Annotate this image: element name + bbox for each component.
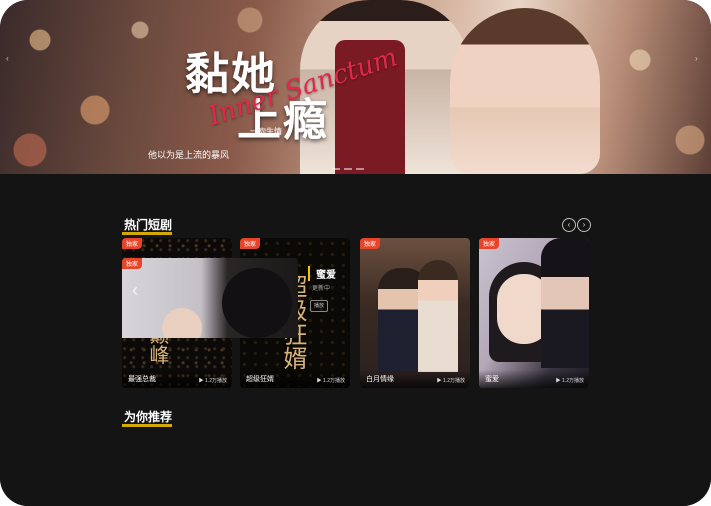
play-count: ▶ 1.2万播放: [316, 378, 345, 384]
exclusive-badge: 独家: [122, 238, 143, 249]
banner-actress-image: [450, 8, 600, 174]
exclusive-badge: 独家: [240, 238, 261, 249]
poster-actress: [418, 260, 458, 372]
featured-actress: [162, 308, 202, 338]
play-count: ▶ 1.2万播放: [436, 378, 465, 384]
card-title: 最强总裁: [128, 376, 156, 383]
banner-dot[interactable]: [344, 168, 352, 170]
card-title: 蜜爱: [485, 376, 499, 383]
prev-arrow-icon[interactable]: ‹: [562, 218, 576, 232]
card-caption: 最强总裁 ▶ 1.2万播放: [122, 370, 232, 388]
section-title-recommend: 为你推荐: [122, 410, 173, 427]
banner-pagination[interactable]: [332, 168, 364, 170]
play-button[interactable]: 播放: [310, 300, 328, 312]
card-caption: 超级狂婿 ▶ 1.2万播放: [240, 370, 350, 388]
chevron-left-icon[interactable]: ‹: [132, 280, 138, 301]
banner-dot[interactable]: [356, 168, 364, 170]
app-frame: 黏她 上瘾 Inner Sanctum 他以为是上流的暴风 一吻生情 ‹ › 热…: [0, 0, 711, 506]
featured-video[interactable]: ‹ 独家: [122, 258, 298, 338]
featured-actor: [222, 268, 292, 338]
banner-slogan: 一吻生情: [250, 127, 282, 136]
card-title: 白月情缘: [366, 376, 394, 383]
play-count: ▶ 1.2万播放: [198, 378, 227, 384]
banner-prev-icon[interactable]: ‹: [6, 54, 12, 63]
exclusive-badge: 独家: [360, 238, 381, 249]
card-caption: 白月情缘 ▶ 1.2万播放: [360, 370, 470, 388]
exclusive-badge: 独家: [122, 258, 143, 269]
featured-title: 蜜爱: [308, 266, 336, 281]
hero-banner[interactable]: 黏她 上瘾 Inner Sanctum 他以为是上流的暴风 一吻生情 ‹ ›: [0, 0, 711, 174]
featured-status: 更新中: [312, 286, 331, 292]
section-title-hot: 热门短剧: [122, 218, 173, 235]
card-caption: 蜜爱 ▶ 1.2万播放: [479, 370, 589, 388]
play-count: ▶ 1.2万播放: [555, 378, 584, 384]
main-content: 热门短剧 ‹ › 权力 巅峰 独家 最强总裁 ▶ 1.2万播放 超级狂婿 独家 …: [0, 174, 711, 506]
next-arrow-icon[interactable]: ›: [577, 218, 591, 232]
card-title: 超级狂婿: [246, 376, 274, 383]
drama-card[interactable]: 独家 白月情缘 ▶ 1.2万播放: [360, 238, 470, 388]
exclusive-badge: 独家: [479, 238, 500, 249]
drama-card[interactable]: 独家 蜜爱 ▶ 1.2万播放: [479, 238, 589, 388]
banner-next-icon[interactable]: ›: [695, 54, 701, 63]
poster-actor: [541, 238, 589, 368]
banner-subtitle: 他以为是上流的暴风: [148, 150, 230, 160]
banner-dot[interactable]: [332, 168, 340, 170]
